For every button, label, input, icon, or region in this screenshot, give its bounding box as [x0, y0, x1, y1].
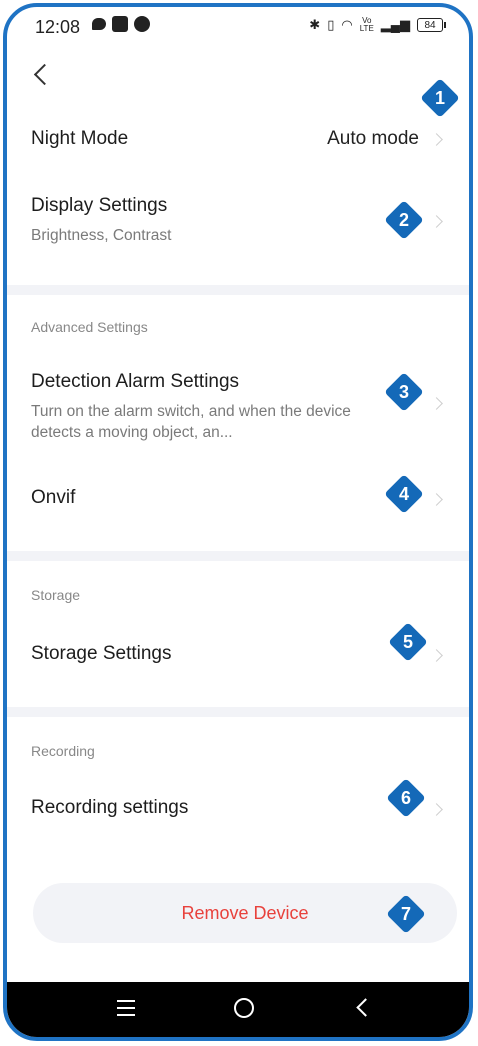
status-time: 12:08 — [35, 17, 81, 37]
chevron-right-icon — [430, 803, 443, 816]
chevron-right-icon — [430, 493, 443, 506]
chevron-right-icon — [430, 133, 443, 146]
section-label-recording: Recording — [31, 743, 95, 759]
chevron-right-icon — [430, 649, 443, 662]
detection-alarm-title: Detection Alarm Settings — [31, 371, 240, 392]
display-settings-title: Display Settings — [31, 195, 168, 216]
storage-settings-title: Storage Settings — [31, 643, 172, 664]
night-mode-row[interactable]: Night Mode Auto mode — [7, 107, 469, 171]
night-mode-value: Auto mode — [327, 128, 419, 149]
vibrate-icon: ▯ — [327, 17, 335, 32]
display-settings-subtitle: Brightness, Contrast — [31, 227, 172, 244]
marker-5: 5 — [388, 622, 428, 662]
night-mode-title: Night Mode — [31, 128, 129, 149]
chevron-left-icon — [33, 63, 56, 85]
home-icon[interactable] — [234, 998, 254, 1018]
back-button[interactable] — [29, 57, 59, 91]
bluetooth-icon: ✱ — [309, 17, 321, 32]
section-label-storage: Storage — [31, 587, 81, 603]
lte-icon: Vo LTE — [359, 16, 374, 33]
status-bar: 12:08 ✱ ▯ ◠ Vo LTE ▂▄▆ 84 — [7, 7, 469, 47]
marker-3: 3 — [384, 372, 424, 412]
marker-7: 7 — [386, 894, 426, 934]
marker-2: 2 — [384, 200, 424, 240]
section-divider — [7, 707, 469, 717]
marker-4: 4 — [384, 474, 424, 514]
section-divider — [7, 285, 469, 295]
onvif-title: Onvif — [31, 487, 76, 508]
phone-frame: 12:08 ✱ ▯ ◠ Vo LTE ▂▄▆ 84 1 Night Mode A… — [3, 3, 473, 1041]
detection-alarm-subtitle: Turn on the alarm switch, and when the d… — [31, 403, 351, 441]
navigation-bar — [7, 982, 469, 1037]
menu-icon[interactable] — [117, 1000, 135, 1021]
chat-bubble-icon — [92, 18, 106, 30]
back-icon[interactable] — [356, 998, 375, 1017]
section-divider — [7, 551, 469, 561]
marker-6: 6 — [386, 778, 426, 818]
signal-icon: ▂▄▆ — [380, 17, 410, 32]
wifi-icon: ◠ — [341, 17, 353, 32]
chevron-right-icon — [430, 397, 443, 410]
battery-icon: 84 — [417, 18, 446, 32]
gear-icon — [134, 16, 150, 32]
section-label-advanced: Advanced Settings — [31, 319, 148, 335]
recording-settings-title: Recording settings — [31, 797, 189, 818]
app-notification-icon — [112, 16, 128, 32]
chevron-right-icon — [430, 215, 443, 228]
